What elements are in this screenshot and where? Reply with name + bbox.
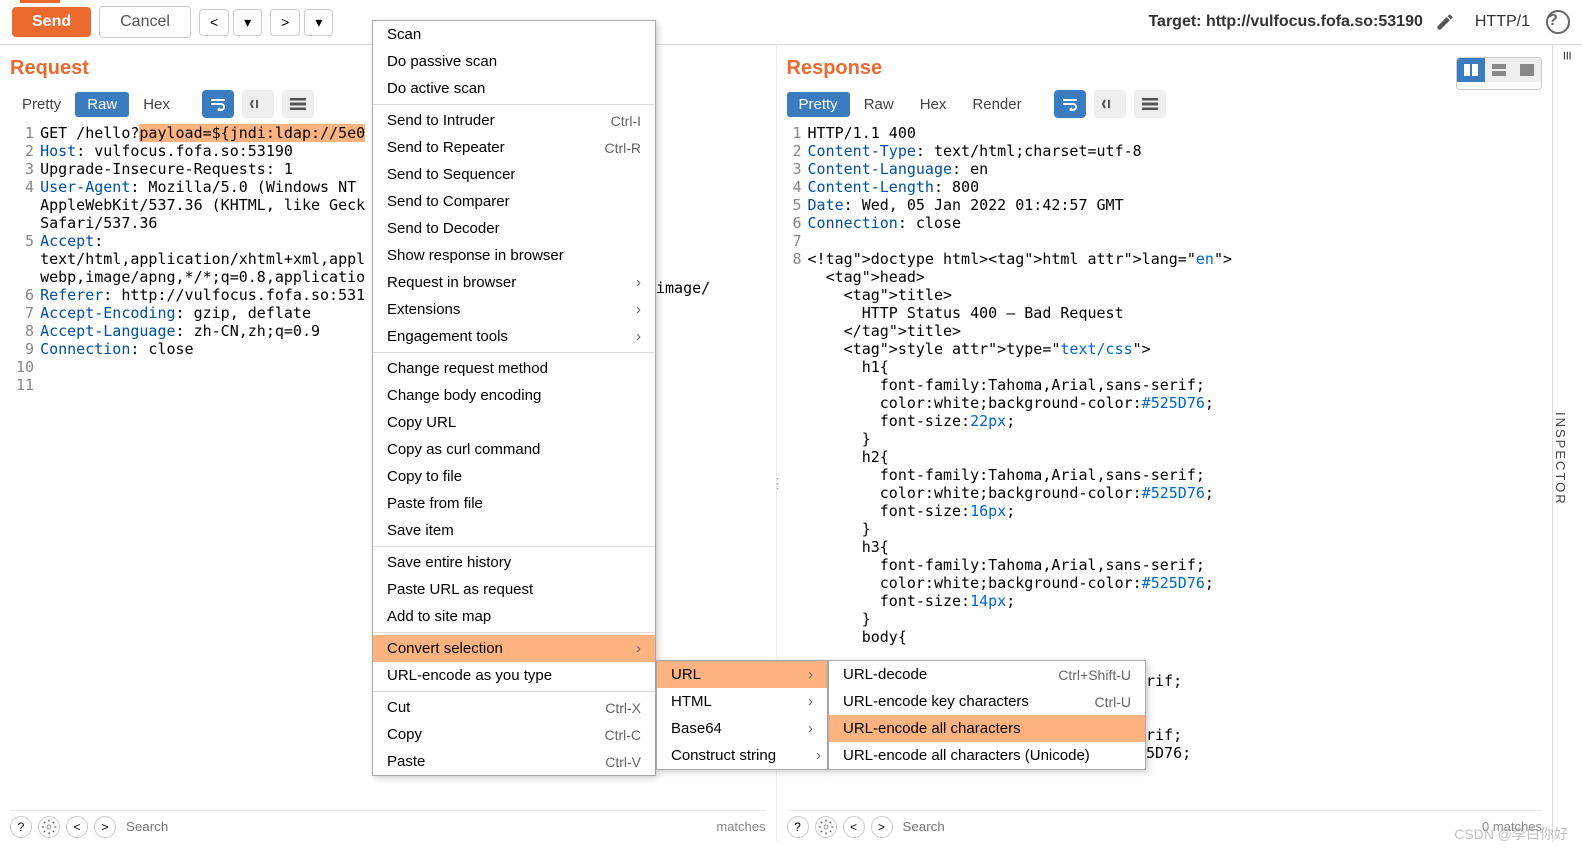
menu-item[interactable]: PasteCtrl-V [373,748,655,775]
menu-item[interactable]: Convert selection› [373,635,655,662]
menu-item[interactable]: Scan [373,21,655,48]
tab-hex-resp[interactable]: Hex [908,92,959,117]
forward-button[interactable]: > [270,9,300,36]
menu-item[interactable]: Save item [373,517,655,544]
search-next-icon[interactable]: > [94,816,116,838]
menu-item[interactable]: Change body encoding [373,382,655,409]
menu-item[interactable]: Copy as curl command [373,436,655,463]
tab-raw[interactable]: Raw [75,92,129,117]
search-next-icon-resp[interactable]: > [871,816,893,838]
overflow-css: rif;rif;5D76; [1146,672,1191,762]
menu-item[interactable]: Send to Decoder [373,215,655,242]
tab-pretty[interactable]: Pretty [10,92,73,117]
context-menu-url[interactable]: URL-decodeCtrl+Shift-UURL-encode key cha… [828,660,1146,770]
menu-item[interactable]: Request in browser› [373,269,655,296]
newline-icon-resp[interactable] [1094,90,1126,118]
menu-item[interactable]: URL-encode key charactersCtrl-U [829,688,1145,715]
menu-item[interactable]: Copy URL [373,409,655,436]
search-prev-icon[interactable]: < [66,816,88,838]
menu-item[interactable]: Base64› [657,715,827,742]
menu-item[interactable]: Paste from file [373,490,655,517]
search-gear-icon-resp[interactable] [815,816,837,838]
view-toggle[interactable] [1456,57,1542,90]
help-icon[interactable]: ? [1546,10,1570,34]
menu-item[interactable]: Show response in browser [373,242,655,269]
response-search-input[interactable] [899,815,1477,838]
menu-item[interactable]: HTML› [657,688,827,715]
menu-item[interactable]: URL-encode all characters [829,715,1145,742]
menu-item[interactable]: Paste URL as request [373,576,655,603]
view-stack-icon[interactable] [1485,58,1513,82]
request-search-input[interactable] [122,815,710,838]
inspector-rail[interactable]: ≡ INSPECTOR [1552,45,1582,842]
target-label: Target: http://vulfocus.fofa.so:53190 [1148,13,1422,31]
search-gear-icon[interactable] [38,816,60,838]
search-help-icon[interactable]: ? [10,816,32,838]
hamburger-icon-resp[interactable] [1134,90,1166,118]
back-dropdown[interactable]: ▾ [233,9,262,36]
menu-item[interactable]: URL-decodeCtrl+Shift-U [829,661,1145,688]
tab-raw-resp[interactable]: Raw [852,92,906,117]
menu-item[interactable]: Add to site map [373,603,655,630]
search-help-icon-resp[interactable]: ? [787,816,809,838]
tab-hex[interactable]: Hex [131,92,182,117]
menu-item[interactable]: URL-encode as you type [373,662,655,689]
view-single-icon[interactable] [1513,58,1541,82]
menu-item[interactable]: CutCtrl-X [373,694,655,721]
inspector-label: INSPECTOR [1553,412,1568,506]
overflow-text: image/ [656,279,710,297]
context-menu-convert[interactable]: URL›HTML›Base64›Construct string› [656,660,828,770]
menu-item[interactable]: Do passive scan [373,48,655,75]
menu-item[interactable]: Save entire history [373,549,655,576]
watermark: CSDN @李白你好 [1454,824,1568,844]
menu-item[interactable]: Copy to file [373,463,655,490]
response-title: Response [787,57,883,80]
wrap-icon[interactable] [202,90,234,118]
menu-item[interactable]: Do active scan [373,75,655,102]
menu-item[interactable]: Send to Sequencer [373,161,655,188]
menu-item[interactable]: Send to Comparer [373,188,655,215]
context-menu-main[interactable]: ScanDo passive scanDo active scan Send to… [372,20,656,776]
http-version[interactable]: HTTP/1 [1475,13,1530,31]
top-toolbar: Send Cancel < ▾ > ▾ Target: http://vulfo… [0,0,1582,45]
menu-item[interactable]: Engagement tools› [373,323,655,350]
drag-handle-icon[interactable]: ⋮ [771,475,785,492]
search-prev-icon-resp[interactable]: < [843,816,865,838]
hamburger-icon[interactable] [282,90,314,118]
newline-icon[interactable] [242,90,274,118]
menu-item[interactable]: URL› [657,661,827,688]
edit-target-icon[interactable] [1431,8,1459,36]
inspector-toggle-icon[interactable]: ≡ [1557,51,1575,62]
cancel-button[interactable]: Cancel [99,6,191,38]
send-button[interactable]: Send [12,7,91,37]
menu-item[interactable]: URL-encode all characters (Unicode) [829,742,1145,769]
menu-item[interactable]: Extensions› [373,296,655,323]
menu-item[interactable]: CopyCtrl-C [373,721,655,748]
menu-item[interactable]: Construct string› [657,742,827,769]
menu-item[interactable]: Send to RepeaterCtrl-R [373,134,655,161]
view-split-icon[interactable] [1457,58,1485,82]
request-search-matches: matches [716,819,765,834]
wrap-icon-resp[interactable] [1054,90,1086,118]
forward-dropdown[interactable]: ▾ [304,9,333,36]
menu-item[interactable]: Change request method [373,355,655,382]
tab-render-resp[interactable]: Render [960,92,1033,117]
back-button[interactable]: < [199,9,229,36]
menu-item[interactable]: Send to IntruderCtrl-I [373,107,655,134]
tab-pretty-resp[interactable]: Pretty [787,92,850,117]
